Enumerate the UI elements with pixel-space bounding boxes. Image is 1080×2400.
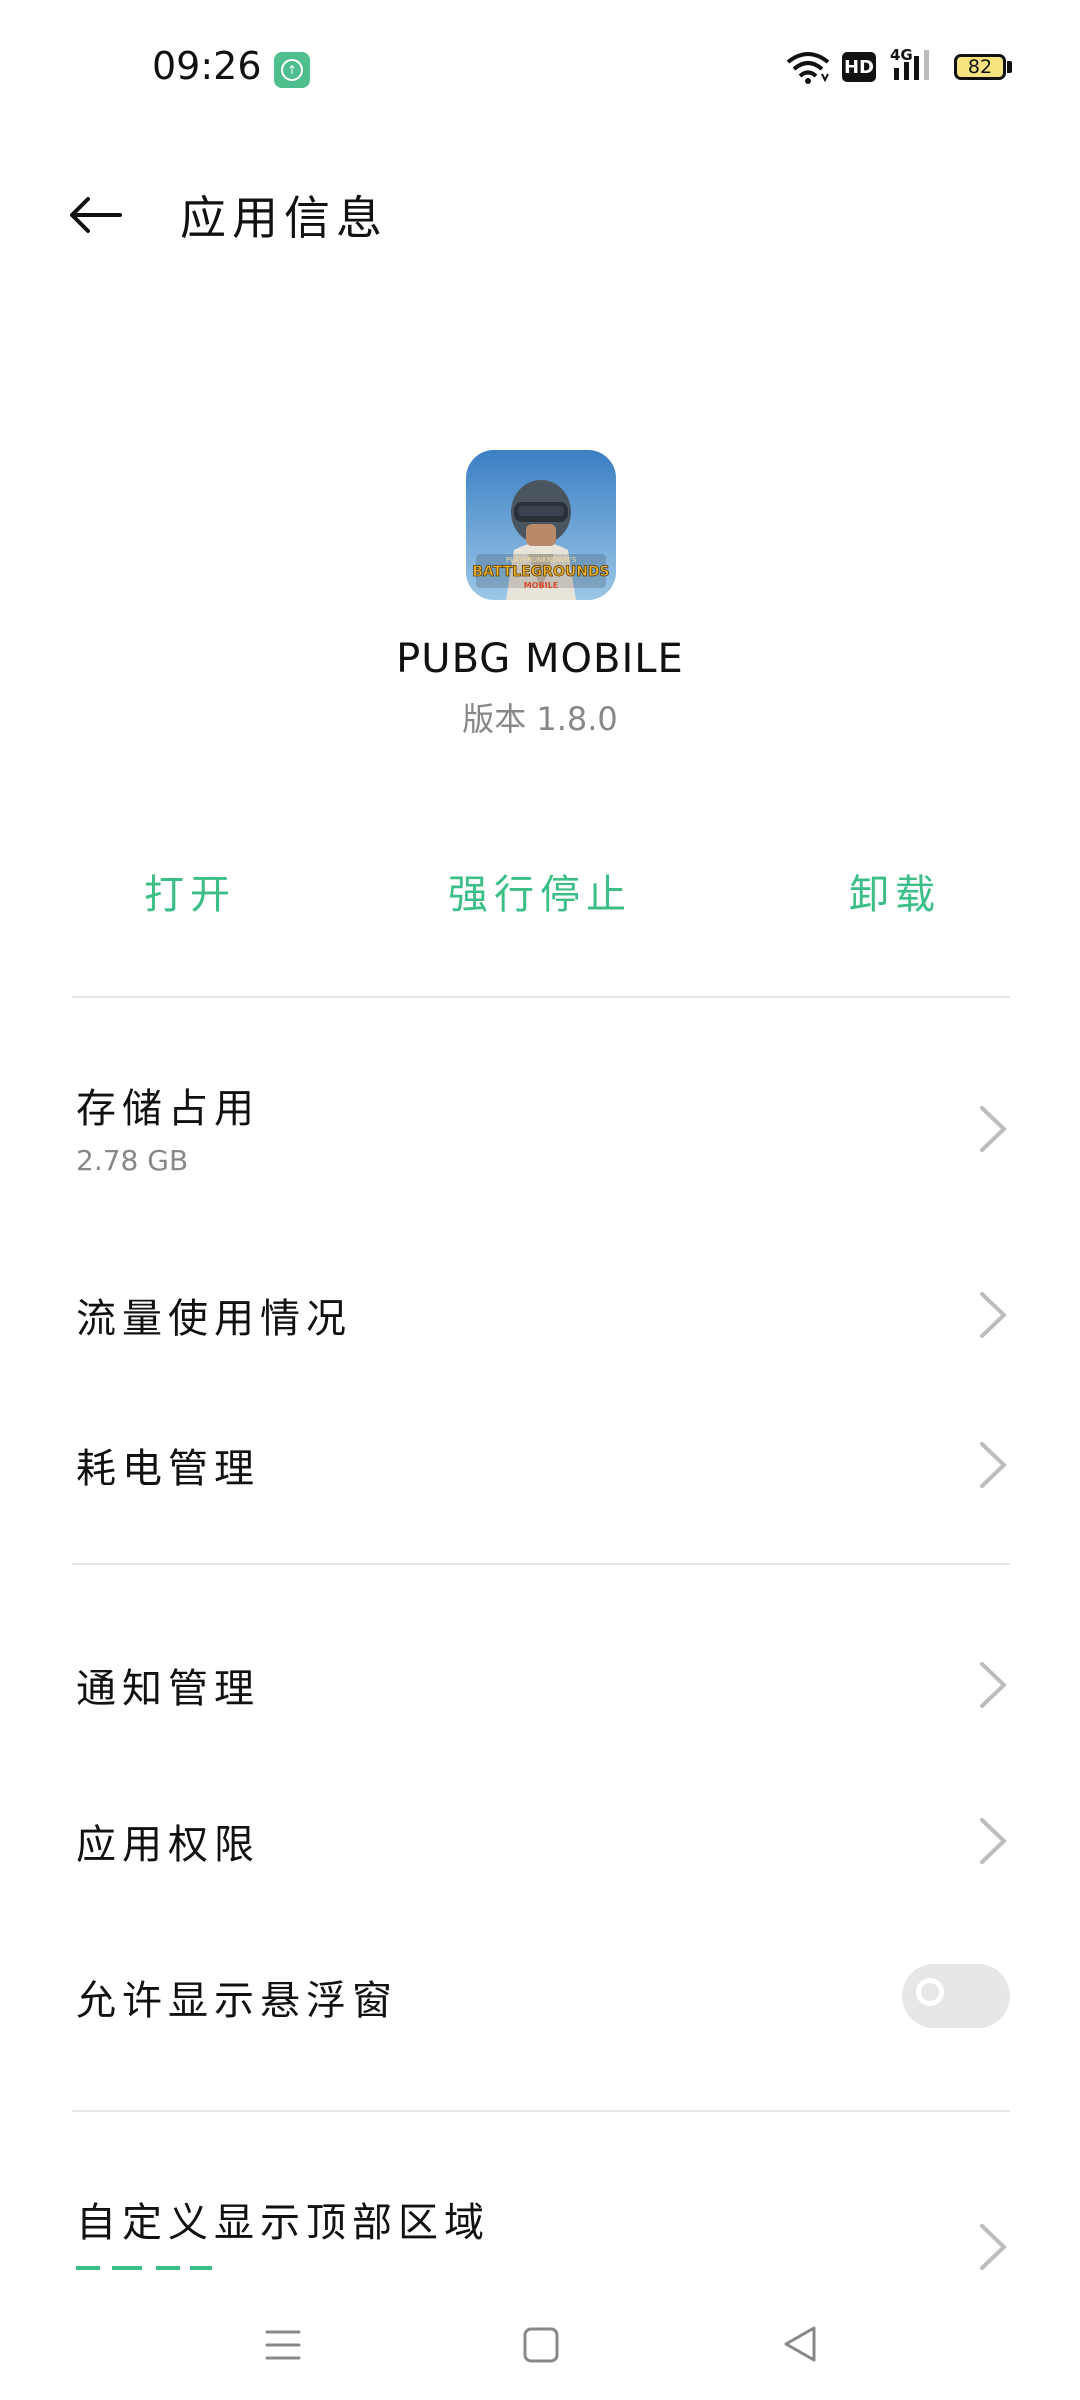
home-icon[interactable] — [522, 2326, 560, 2364]
app-name: PUBG MOBILE — [396, 636, 684, 682]
chevron-right-icon — [980, 2224, 1007, 2270]
upload-notification-icon: ↑ — [274, 52, 310, 88]
floating-window-label: 允许显示悬浮窗 — [76, 1978, 398, 2024]
row-subtitle-peek — [76, 2266, 212, 2270]
notification-management-label: 通知管理 — [76, 1666, 260, 1712]
toggle-knob — [916, 1978, 944, 2006]
battery-indicator: 82 — [954, 54, 1006, 80]
divider — [72, 2110, 1010, 2112]
status-bar: 09:26 ↑ HD 4G 82 — [0, 0, 1080, 140]
battery-management-label: 耗电管理 — [76, 1446, 260, 1492]
page-title: 应用信息 — [180, 191, 388, 245]
app-permissions-row[interactable]: 应用权限 — [0, 1766, 1080, 1916]
floating-window-toggle[interactable] — [902, 1964, 1010, 2028]
uninstall-button[interactable]: 卸载 — [840, 862, 950, 920]
back-nav-icon[interactable] — [780, 2324, 820, 2364]
chevron-right-icon — [980, 1106, 1007, 1152]
app-permissions-label: 应用权限 — [76, 1822, 260, 1868]
data-usage-label: 流量使用情况 — [76, 1296, 352, 1342]
divider — [72, 996, 1010, 998]
app-icon: PLAYERUNKNOWN'S BATTLEGROUNDS MOBILE — [466, 450, 616, 600]
status-time: 09:26 — [152, 44, 262, 88]
navigation-bar — [0, 2290, 1080, 2400]
force-stop-button[interactable]: 强行停止 — [430, 862, 650, 920]
chevron-right-icon — [980, 1292, 1007, 1338]
app-version: 版本 1.8.0 — [462, 700, 618, 738]
storage-row[interactable]: 存储占用 2.78 GB — [0, 1040, 1080, 1220]
open-button[interactable]: 打开 — [130, 862, 250, 920]
chevron-right-icon — [980, 1442, 1007, 1488]
battery-tip — [1007, 61, 1012, 73]
divider — [72, 1563, 1010, 1565]
back-arrow-icon — [70, 197, 122, 233]
custom-top-area-label: 自定义显示顶部区域 — [76, 2200, 490, 2246]
notification-management-row[interactable]: 通知管理 — [0, 1610, 1080, 1760]
network-type-label: 4G — [890, 46, 913, 64]
hd-voice-badge: HD — [842, 52, 876, 82]
storage-label: 存储占用 — [76, 1086, 260, 1132]
data-usage-row[interactable]: 流量使用情况 — [0, 1240, 1080, 1390]
wifi-icon — [786, 52, 830, 84]
app-icon-text-bottom: MOBILE — [524, 581, 558, 590]
floating-window-row: 允许显示悬浮窗 — [0, 1922, 1080, 2072]
chevron-right-icon — [980, 1662, 1007, 1708]
app-icon-text-top: PLAYERUNKNOWN'S — [506, 556, 577, 564]
chevron-right-icon — [980, 1818, 1007, 1864]
back-button[interactable] — [60, 180, 130, 250]
battery-management-row[interactable]: 耗电管理 — [0, 1390, 1080, 1540]
storage-value: 2.78 GB — [76, 1144, 189, 1177]
menu-icon[interactable] — [264, 2326, 302, 2364]
cell-signal-icon: 4G — [890, 46, 942, 84]
app-icon-text-main: BATTLEGROUNDS — [472, 564, 609, 580]
